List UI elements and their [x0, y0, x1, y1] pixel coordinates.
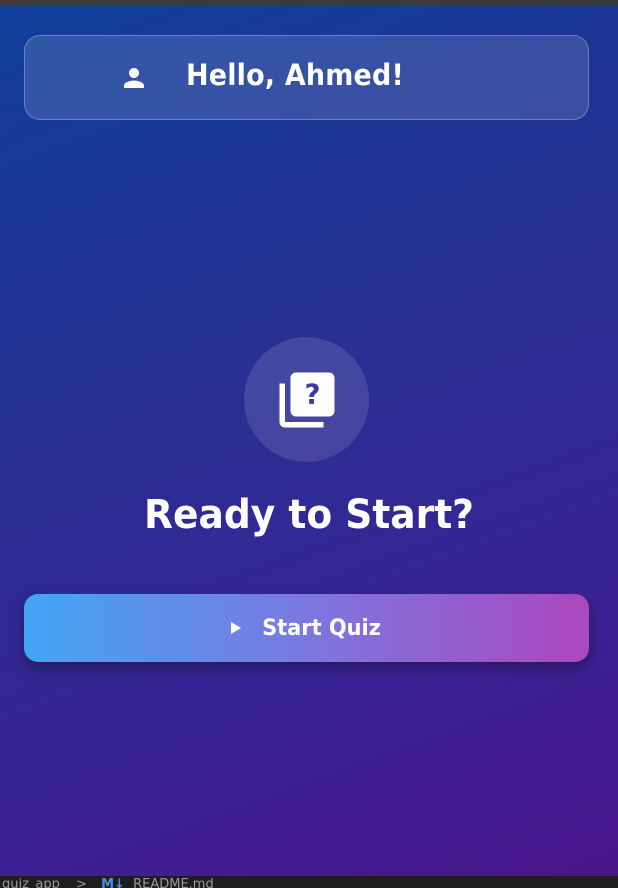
greeting-card: Hello, Ahmed! — [24, 35, 589, 120]
page-title: Ready to Start? — [144, 492, 474, 538]
quiz-icon-circle: ? — [244, 337, 369, 462]
person-icon — [124, 68, 144, 88]
quiz-icon: ? — [279, 372, 334, 427]
breadcrumb-file[interactable]: README.md — [133, 878, 214, 888]
markdown-file-icon: M↓ — [101, 877, 125, 888]
editor-breadcrumb-bar: quiz_app > M↓ README.md — [0, 876, 618, 888]
breadcrumb-folder[interactable]: quiz_app — [2, 878, 60, 888]
start-quiz-button[interactable]: Start Quiz — [24, 594, 589, 662]
app-screen: Hello, Ahmed! ? Ready to Start? Start Qu… — [0, 5, 618, 876]
greeting-text: Hello, Ahmed! — [186, 58, 405, 92]
start-quiz-label: Start Quiz — [262, 615, 381, 641]
breadcrumb-separator: > — [76, 877, 87, 888]
svg-text:?: ? — [304, 378, 320, 410]
play-arrow-icon — [231, 622, 242, 634]
